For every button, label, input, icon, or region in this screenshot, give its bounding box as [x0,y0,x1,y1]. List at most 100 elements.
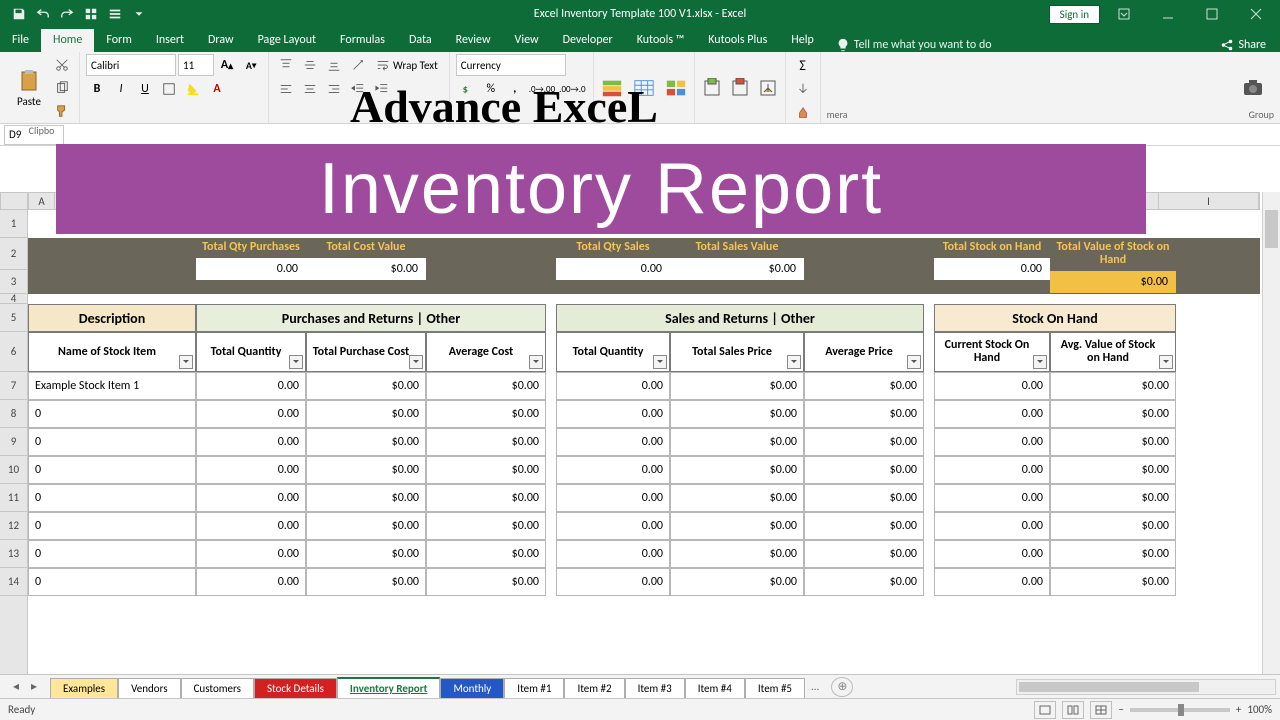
autosum-icon[interactable]: Σ [792,54,814,76]
cell[interactable]: $0.00 [426,568,546,596]
cell[interactable]: $0.00 [306,372,426,400]
cell[interactable]: 0.00 [196,400,306,428]
zoom-slider[interactable] [1130,708,1230,712]
col-header[interactable]: Avg. Value of Stock on Hand [1050,332,1176,372]
cell[interactable]: $0.00 [670,372,804,400]
cell[interactable]: 0.00 [196,568,306,596]
cell[interactable]: $0.00 [670,540,804,568]
font-size-select[interactable] [178,54,214,76]
col-header[interactable]: Total Quantity [196,332,306,372]
row-header[interactable]: 1 [0,210,27,238]
col-header[interactable]: Current Stock On Hand [934,332,1050,372]
fill-icon[interactable] [792,78,814,100]
row-header[interactable]: 7 [0,372,27,400]
tab-form[interactable]: Form [94,29,143,52]
filter-icon[interactable] [1159,355,1173,369]
cell[interactable]: $0.00 [1050,568,1176,596]
cell[interactable]: 0.00 [934,372,1050,400]
cell[interactable]: $0.00 [426,428,546,456]
increase-font-icon[interactable]: A▴ [216,54,238,76]
col-header[interactable]: Total Sales Price [670,332,804,372]
cell[interactable]: 0.00 [556,484,670,512]
signin-button[interactable]: Sign in [1049,5,1100,24]
sheet-tab-monthly[interactable]: Monthly [440,678,504,698]
cell[interactable]: $0.00 [804,540,924,568]
cell[interactable]: $0.00 [426,484,546,512]
format-cells-icon[interactable] [757,77,779,99]
page-layout-view-icon[interactable] [1062,701,1084,719]
insert-cells-icon[interactable] [701,77,723,99]
page-break-view-icon[interactable] [1090,701,1112,719]
cell[interactable]: $0.00 [306,456,426,484]
cell[interactable]: 0.00 [196,484,306,512]
filter-icon[interactable] [787,355,801,369]
row-header[interactable]: 5 [0,304,27,332]
share-button[interactable]: Share [1206,38,1280,52]
cell[interactable]: $0.00 [1050,512,1176,540]
sheet-tab-inventory-report[interactable]: Inventory Report [337,677,441,698]
row-header[interactable]: 3 [0,270,27,294]
cell[interactable]: $0.00 [1050,540,1176,568]
cell[interactable]: 0 [28,400,196,428]
new-sheet-button[interactable]: ⊕ [831,677,853,697]
bold-icon[interactable]: B [86,78,108,100]
cell[interactable]: $0.00 [670,512,804,540]
cell[interactable]: 0.00 [934,428,1050,456]
cell[interactable]: 0.00 [556,568,670,596]
row-header[interactable]: 8 [0,400,27,428]
filter-icon[interactable] [289,355,303,369]
cell[interactable]: $0.00 [804,484,924,512]
sheet-tab-item3[interactable]: Item #3 [625,678,685,698]
tellme-search[interactable]: Tell me what you want to do [826,38,1002,52]
cell[interactable]: $0.00 [670,568,804,596]
normal-view-icon[interactable] [1034,701,1056,719]
tab-nav-prev-icon[interactable]: ◂ [8,679,24,695]
align-right-icon[interactable] [323,78,345,100]
underline-icon[interactable]: U [134,78,156,100]
cell[interactable]: $0.00 [804,568,924,596]
redo-icon[interactable] [56,3,78,25]
tab-help[interactable]: Help [779,29,826,52]
cell[interactable]: 0.00 [196,372,306,400]
align-center-icon[interactable] [299,78,321,100]
clear-icon[interactable] [792,102,814,124]
wrap-text-button[interactable]: Wrap Text [371,54,443,76]
cell[interactable]: $0.00 [426,540,546,568]
cell[interactable]: 0.00 [556,400,670,428]
cell[interactable]: $0.00 [426,456,546,484]
cell[interactable]: $0.00 [306,568,426,596]
qat-dropdown-icon[interactable] [128,3,150,25]
cell[interactable]: $0.00 [804,512,924,540]
cell[interactable]: 0 [28,428,196,456]
cell[interactable]: 0 [28,512,196,540]
row-header[interactable]: 9 [0,428,27,456]
cell[interactable]: 0.00 [196,512,306,540]
vertical-scrollbar[interactable] [1262,192,1280,674]
cell[interactable]: 0 [28,568,196,596]
tab-home[interactable]: Home [41,29,94,52]
cell[interactable]: 0.00 [934,400,1050,428]
align-top-icon[interactable] [275,54,297,76]
sheet-tab-stock-details[interactable]: Stock Details [254,678,337,698]
cell[interactable]: $0.00 [804,400,924,428]
filter-icon[interactable] [907,355,921,369]
minimize-icon[interactable] [1148,0,1188,28]
tab-developer[interactable]: Developer [551,29,625,52]
cut-icon[interactable] [51,54,73,76]
cell[interactable]: $0.00 [426,400,546,428]
filter-icon[interactable] [409,355,423,369]
number-format-select[interactable] [456,54,566,76]
zoom-in-icon[interactable]: + [1236,703,1241,716]
cell[interactable]: $0.00 [670,484,804,512]
row-header[interactable]: 12 [0,512,27,540]
decrease-font-icon[interactable]: A▾ [240,54,262,76]
row-header[interactable]: 13 [0,540,27,568]
tab-file[interactable]: File [0,29,41,52]
cell[interactable]: $0.00 [306,540,426,568]
sheet-tab-item4[interactable]: Item #4 [685,678,745,698]
tab-kutools[interactable]: Kutools ™ [625,29,697,52]
align-bottom-icon[interactable] [323,54,345,76]
copy-icon[interactable] [51,77,73,99]
italic-icon[interactable]: I [110,78,132,100]
cell[interactable]: $0.00 [306,400,426,428]
